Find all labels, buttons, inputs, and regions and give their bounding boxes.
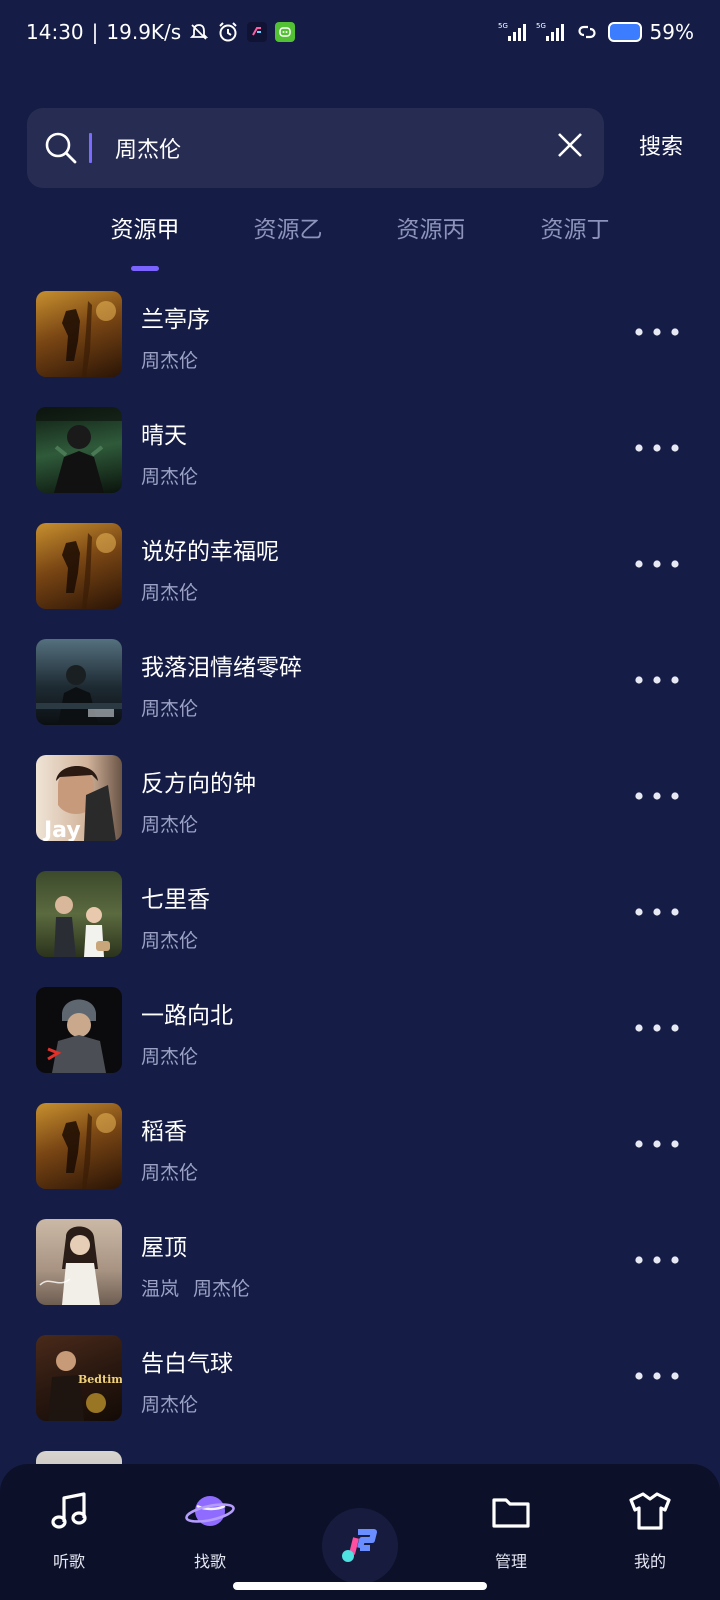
battery-percent: 59% [649,20,694,44]
album-cover: Bedtime Stories [36,1335,122,1421]
more-options-icon[interactable] [632,436,682,460]
more-options-icon[interactable] [632,1248,682,1272]
search-bar[interactable] [27,108,604,188]
album-cover [36,1219,122,1305]
svg-text:5G: 5G [536,22,546,30]
tab-source-a[interactable]: 资源甲 [70,210,220,250]
song-row[interactable]: 晴天 周杰伦 [0,404,720,520]
song-artist: 温岚 周杰伦 [141,1278,251,1300]
planet-icon [185,1496,235,1538]
music-note-icon [46,1492,92,1538]
more-options-icon[interactable] [632,320,682,344]
song-list: 兰亭序 周杰伦 晴天 周杰伦 说好的幸福呢 周杰伦 我落泪情绪零碎 周杰伦 Ja… [0,288,720,1564]
song-title: 七里香 [141,887,210,913]
search-icon [43,130,79,170]
song-artist: 周杰伦 [141,1394,199,1416]
song-title: 我落泪情绪零碎 [141,655,302,681]
more-options-icon[interactable] [632,784,682,808]
music-app-notification-icon [247,22,268,42]
song-artist: 周杰伦 [141,1046,199,1068]
song-title: 一路向北 [141,1003,233,1029]
song-row[interactable]: Bedtime Stories 告白气球 周杰伦 [0,1332,720,1448]
song-title: 稻香 [141,1119,187,1145]
more-options-icon[interactable] [632,900,682,924]
more-options-icon[interactable] [632,668,682,692]
album-cover [36,291,122,377]
more-options-icon[interactable] [632,1132,682,1156]
cover-text-jay: Jay [42,818,81,841]
tab-source-d[interactable]: 资源丁 [500,210,650,250]
alarm-icon [217,21,239,43]
signal-5g-icon: 5G [498,21,528,43]
song-title: 兰亭序 [141,307,210,333]
song-artist: 周杰伦 [141,930,199,952]
cover-text-bedtime: Bedtime Stories [78,1373,122,1386]
song-row[interactable]: 我落泪情绪零碎 周杰伦 [0,636,720,752]
more-options-icon[interactable] [632,1016,682,1040]
mute-bell-icon [189,22,209,42]
bottom-nav: 听歌 找歌 管理 我的 [0,1464,720,1600]
song-row[interactable]: Jay 反方向的钟 周杰伦 [0,752,720,868]
album-cover [36,523,122,609]
song-row[interactable]: 兰亭序 周杰伦 [0,288,720,404]
tab-source-b[interactable]: 资源乙 [213,210,363,250]
song-artist: 周杰伦 [141,1162,199,1184]
more-options-icon[interactable] [632,552,682,576]
clear-icon[interactable] [555,130,585,164]
status-bar: 14:30 | 19.9K/s 5G 5G 59% [0,0,720,64]
album-cover [36,987,122,1073]
more-options-icon[interactable] [632,1364,682,1388]
nav-manage[interactable]: 管理 [466,1488,556,1572]
status-right: 5G 5G 59% [498,20,694,44]
nav-listen[interactable]: 听歌 [24,1488,114,1572]
nav-mine[interactable]: 我的 [605,1488,695,1572]
song-title: 屋顶 [141,1235,187,1261]
network-speed: 19.9K/s [106,20,182,44]
song-artist: 周杰伦 [141,698,199,720]
tab-source-c[interactable]: 资源丙 [356,210,506,250]
chat-app-notification-icon [275,22,296,42]
app-logo-icon [336,1520,384,1572]
album-cover [36,639,122,725]
nav-label: 管理 [494,1552,527,1571]
link-icon [574,21,600,43]
song-artist: 周杰伦 [141,582,199,604]
album-cover [36,407,122,493]
song-row[interactable]: 屋顶 温岚 周杰伦 [0,1216,720,1332]
album-cover [36,1103,122,1189]
folder-icon [488,1498,534,1538]
nav-label: 找歌 [193,1552,226,1571]
svg-text:5G: 5G [498,22,508,30]
song-title: 晴天 [141,423,187,449]
album-cover: Jay [36,755,122,841]
song-row[interactable]: 稻香 周杰伦 [0,1100,720,1216]
active-tab-indicator [131,266,159,271]
search-button[interactable]: 搜索 [616,128,706,168]
signal-5g-icon: 5G [536,21,566,43]
nav-label: 我的 [633,1552,666,1571]
home-indicator[interactable] [233,1582,487,1590]
song-title: 说好的幸福呢 [141,539,279,565]
tshirt-icon [627,1492,673,1538]
nav-label: 听歌 [52,1552,85,1571]
now-playing-button[interactable] [322,1508,398,1584]
song-title: 反方向的钟 [141,771,256,797]
song-row[interactable]: 说好的幸福呢 周杰伦 [0,520,720,636]
status-left: 14:30 | 19.9K/s [26,20,296,44]
status-time: 14:30 [26,20,84,44]
source-tabs: 资源甲 资源乙 资源丙 资源丁 [0,210,720,271]
song-artist: 周杰伦 [141,350,199,372]
battery-icon [607,22,642,42]
album-cover [36,871,122,957]
status-divider: | [91,20,99,44]
song-row[interactable]: 一路向北 周杰伦 [0,984,720,1100]
song-row[interactable]: 七里香 周杰伦 [0,868,720,984]
song-artist: 周杰伦 [141,814,199,836]
search-input[interactable] [89,126,555,170]
nav-find[interactable]: 找歌 [165,1488,255,1572]
song-title: 告白气球 [141,1351,233,1377]
song-artist: 周杰伦 [141,466,199,488]
